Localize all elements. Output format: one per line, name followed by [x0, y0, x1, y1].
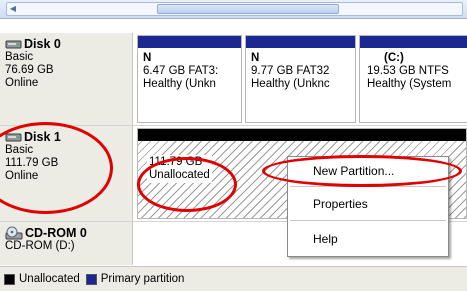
legend-bar: Unallocated Primary partition: [0, 266, 467, 291]
scroll-left-arrow-icon[interactable]: ◀: [8, 4, 18, 14]
top-toolbar-strip: ◀: [0, 0, 467, 19]
disk-0-status: Online: [5, 77, 39, 89]
hard-disk-icon: [5, 132, 22, 143]
partition-1-text: N 6.47 GB FAT3: Healthy (Unkn: [143, 52, 218, 91]
cdrom-drive: CD-ROM (D:): [5, 240, 75, 252]
disk-0-name: Disk 0: [24, 37, 61, 51]
disk-1-title: Disk 1: [5, 130, 132, 144]
partition-3-detail: 19.53 GB NTFS: [367, 65, 449, 77]
cdrom-title: CD-ROM 0: [5, 226, 132, 240]
menu-help[interactable]: Help: [313, 232, 338, 246]
unallocated-text: Unallocated: [149, 169, 210, 181]
primary-partition-bar: [138, 36, 241, 48]
horizontal-scrollbar[interactable]: ◀: [6, 2, 463, 16]
disk-0-partition-2[interactable]: N 9.77 GB FAT32 Healthy (Unknc: [245, 35, 356, 123]
disk-0-partition-1[interactable]: N 6.47 GB FAT3: Healthy (Unkn: [137, 35, 242, 123]
disk-0-type: Basic: [5, 51, 34, 63]
disk-1-size: 111.79 GB: [5, 157, 59, 169]
hard-disk-icon: [5, 39, 22, 50]
cd-rom-icon: [5, 226, 23, 240]
disk-0-row: Disk 0 Basic 76.69 GB Online N 6.47 GB F…: [0, 33, 467, 126]
cdrom-name: CD-ROM 0: [25, 226, 87, 240]
partition-2-health: Healthy (Unknc: [251, 78, 330, 90]
legend-primary-label: Primary partition: [100, 273, 185, 285]
menu-new-partition[interactable]: New Partition...: [313, 164, 394, 178]
unallocated-size: 111.79 GB: [149, 156, 203, 168]
disk-1-info[interactable]: Disk 1 Basic 111.79 GB Online: [0, 126, 133, 221]
partition-2-name: N: [251, 52, 260, 64]
disk-0-size: 76.69 GB: [5, 64, 54, 76]
unallocated-swatch: [4, 273, 15, 285]
primary-swatch: [85, 273, 97, 285]
partition-1-health: Healthy (Unkn: [143, 78, 216, 90]
disk-1-type: Basic: [5, 144, 34, 156]
partition-3-text: (C:) 19.53 GB NTFS Healthy (System: [367, 52, 451, 91]
legend-primary: Primary partition: [85, 273, 185, 285]
cdrom-info[interactable]: CD-ROM 0 CD-ROM (D:): [0, 222, 133, 265]
partition-3-health: Healthy (System: [367, 78, 452, 90]
disk-1-name: Disk 1: [24, 130, 61, 144]
primary-partition-bar: [360, 36, 467, 48]
unallocated-bar: [138, 129, 466, 141]
partition-2-detail: 9.77 GB FAT32: [251, 65, 330, 77]
legend-unallocated: Unallocated: [4, 273, 80, 285]
primary-partition-bar: [246, 36, 355, 48]
context-menu: New Partition... Properties Help: [287, 156, 449, 257]
disk-0-partitions: N 6.47 GB FAT3: Healthy (Unkn N 9.77 GB …: [137, 35, 467, 123]
disk-0-title: Disk 0: [5, 37, 132, 51]
menu-properties[interactable]: Properties: [313, 197, 368, 211]
partition-1-name: N: [143, 52, 152, 64]
legend-unallocated-label: Unallocated: [19, 273, 80, 285]
disk-0-partition-3[interactable]: (C:) 19.53 GB NTFS Healthy (System: [359, 35, 467, 123]
disk-0-info[interactable]: Disk 0 Basic 76.69 GB Online: [0, 33, 133, 125]
partition-3-name: (C:): [384, 52, 404, 64]
partition-2-text: N 9.77 GB FAT32 Healthy (Unknc: [251, 52, 330, 91]
menu-separator: [290, 186, 446, 187]
partition-1-detail: 6.47 GB FAT3:: [143, 65, 219, 77]
disk-1-status: Online: [5, 170, 39, 182]
scrollbar-thumb[interactable]: [157, 4, 339, 14]
menu-separator: [290, 220, 446, 221]
unallocated-label: 111.79 GB Unallocated: [147, 155, 212, 183]
